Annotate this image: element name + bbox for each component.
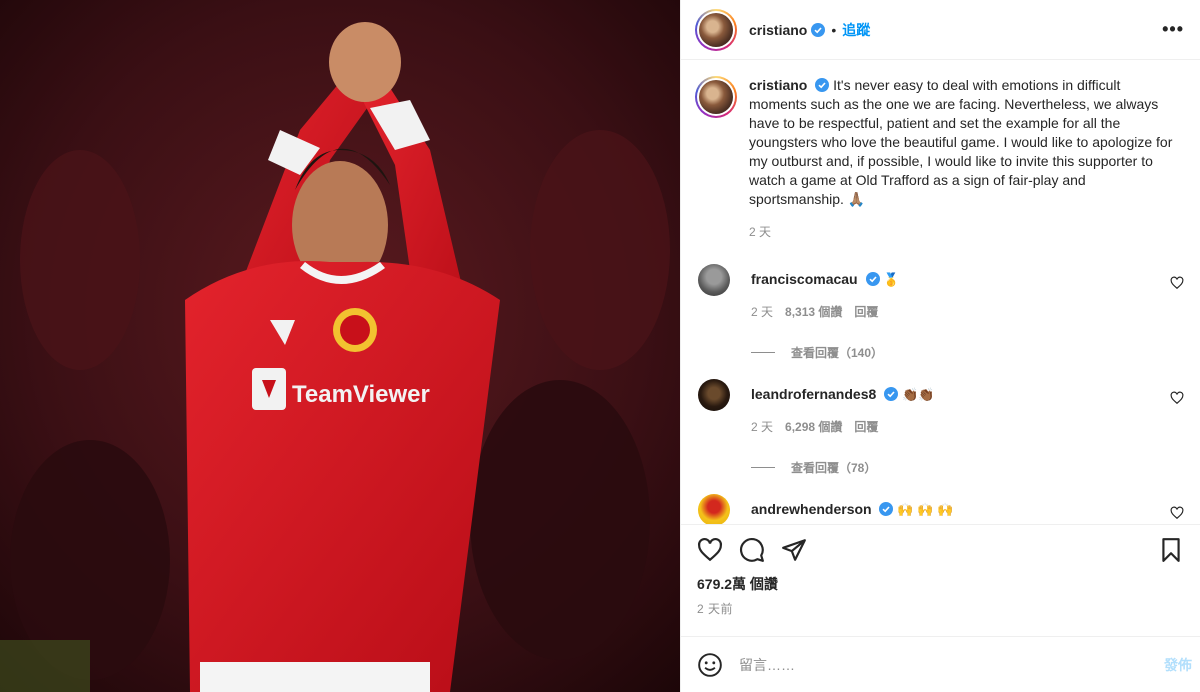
- comment-item: franciscomacau 🥇 2 天 8,313 個讚 回覆 查看回覆（14…: [695, 264, 1184, 361]
- caption-content: cristiano It's never easy to deal with e…: [749, 76, 1181, 242]
- share-icon[interactable]: [781, 537, 807, 563]
- commenter-username[interactable]: franciscomacau: [751, 271, 858, 287]
- comment-input[interactable]: [739, 656, 1156, 673]
- heart-icon[interactable]: [1170, 506, 1184, 520]
- follow-button[interactable]: 追蹤: [842, 20, 870, 40]
- verified-icon: [879, 502, 894, 516]
- comment-likes[interactable]: 6,298 個讚: [785, 418, 842, 435]
- add-comment-bar: 發佈: [681, 636, 1200, 692]
- heart-icon[interactable]: [1170, 276, 1184, 290]
- commenter-avatar[interactable]: [698, 379, 730, 411]
- post-header: cristiano • 追蹤 •••: [681, 0, 1200, 60]
- post-caption: cristiano It's never easy to deal with e…: [695, 76, 1184, 242]
- caption-time: 2 天: [749, 225, 772, 239]
- reply-button[interactable]: 回覆: [854, 418, 878, 435]
- comment-text: 👏🏾👏🏾: [902, 387, 935, 402]
- reply-button[interactable]: 回覆: [854, 303, 878, 320]
- comment-item: andrewhenderson 🙌 🙌 🙌: [695, 494, 1184, 524]
- like-heart-icon[interactable]: [697, 537, 723, 563]
- verified-icon: [865, 272, 880, 286]
- post-photo[interactable]: TeamViewer: [0, 0, 680, 692]
- instagram-post-view: TeamViewer cristiano • 追蹤 ••• cristiano …: [0, 0, 1200, 692]
- author-avatar[interactable]: [695, 8, 737, 51]
- commenter-username[interactable]: leandrofernandes8: [751, 386, 876, 402]
- svg-text:TeamViewer: TeamViewer: [292, 381, 430, 408]
- comment-meta: 2 天 6,298 個讚 回覆: [751, 418, 1184, 435]
- comment-time: 2 天: [751, 420, 774, 434]
- comment-item: leandrofernandes8 👏🏾👏🏾 2 天 6,298 個讚 回覆 查…: [695, 379, 1184, 476]
- replies-divider: [751, 467, 775, 468]
- view-replies-label: 查看回覆（78）: [791, 461, 877, 475]
- caption-username[interactable]: cristiano: [749, 77, 807, 93]
- emoji-icon[interactable]: [697, 652, 723, 678]
- comment-meta: 2 天 8,313 個讚 回覆: [751, 303, 1184, 320]
- comments-list[interactable]: cristiano It's never easy to deal with e…: [681, 60, 1200, 524]
- view-replies-button[interactable]: 查看回覆（78）: [751, 459, 1184, 476]
- heart-icon[interactable]: [1170, 391, 1184, 405]
- replies-divider: [751, 352, 775, 353]
- verified-icon: [811, 22, 826, 37]
- caption-text: It's never easy to deal with emotions in…: [749, 77, 1173, 207]
- comment-time: 2 天: [751, 305, 774, 319]
- commenter-avatar[interactable]: [698, 264, 730, 296]
- comment-text: 🙌 🙌 🙌: [897, 502, 954, 517]
- more-icon[interactable]: •••: [1162, 19, 1184, 40]
- view-replies-label: 查看回覆（140）: [791, 346, 884, 360]
- verified-icon: [884, 387, 899, 401]
- comment-likes[interactable]: 8,313 個讚: [785, 303, 842, 320]
- view-replies-button[interactable]: 查看回覆（140）: [751, 344, 1184, 361]
- bookmark-icon[interactable]: [1158, 537, 1184, 563]
- comment-text: 🥇: [883, 272, 900, 287]
- verified-icon: [815, 78, 830, 92]
- post-side-panel: cristiano • 追蹤 ••• cristiano It's never …: [680, 0, 1200, 692]
- player-photo-illustration: TeamViewer: [0, 0, 680, 692]
- commenter-username[interactable]: andrewhenderson: [751, 501, 872, 517]
- separator-dot: •: [831, 21, 837, 38]
- author-username[interactable]: cristiano: [749, 22, 807, 38]
- commenter-avatar[interactable]: [698, 494, 730, 524]
- post-actions: [681, 524, 1200, 574]
- post-comment-button[interactable]: 發佈: [1164, 655, 1192, 675]
- post-timestamp: 2 天前: [697, 602, 734, 616]
- likes-count[interactable]: 679.2萬 個讚: [681, 574, 1200, 596]
- caption-avatar[interactable]: [695, 76, 737, 118]
- comment-icon[interactable]: [739, 537, 765, 563]
